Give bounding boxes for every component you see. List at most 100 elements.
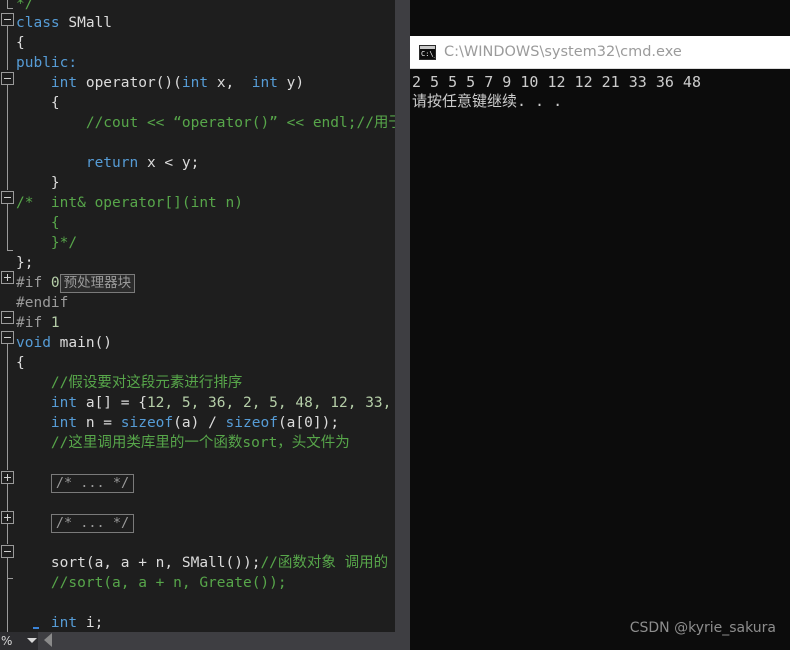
code-line: /* int& operator[](int n) bbox=[16, 193, 395, 213]
code-token: int bbox=[50, 75, 86, 91]
code-line: /* ... */ bbox=[16, 513, 395, 533]
code-line: //假设要对这段元素进行排序 bbox=[16, 373, 395, 393]
collapse-toggle-operator[interactable] bbox=[1, 72, 14, 85]
code-line: return x < y; bbox=[16, 153, 395, 173]
code-token: ()( bbox=[155, 75, 182, 91]
collapse-toggle-comment-block[interactable] bbox=[1, 191, 14, 204]
code-token: x, bbox=[216, 75, 252, 91]
code-token: sizeof bbox=[225, 415, 278, 431]
collapse-toggle-if1[interactable] bbox=[1, 311, 14, 324]
code-token: }*/ bbox=[50, 235, 78, 251]
cmd-console-window[interactable]: C:\_ C:\WINDOWS\system32\cmd.exe 2 5 5 5… bbox=[410, 36, 790, 650]
code-token: 1 bbox=[50, 315, 60, 331]
code-token: int bbox=[50, 615, 86, 631]
code-token: operator bbox=[85, 75, 156, 91]
code-token: //这里调用类库里的一个函数sort，头文件为 bbox=[50, 435, 350, 451]
code-line: public: bbox=[16, 53, 395, 73]
preprocessor-block-annotation[interactable]: 预处理器块 bbox=[59, 273, 136, 293]
code-token: a[] = { bbox=[85, 395, 147, 411]
collapse-toggle-sort[interactable] bbox=[1, 545, 14, 558]
code-line: #endif bbox=[16, 293, 395, 313]
code-token: //sort(a, a + n, Greate()); bbox=[50, 575, 287, 591]
outline-line bbox=[7, 26, 8, 70]
code-token: return bbox=[85, 155, 147, 171]
code-line: }*/ bbox=[16, 233, 395, 253]
code-token: { bbox=[16, 355, 25, 371]
code-line: int n = sizeof(a) / sizeof(a[0]); bbox=[16, 413, 395, 433]
editor-vertical-scrollbar[interactable] bbox=[395, 0, 410, 632]
zoom-level-label: % bbox=[1, 634, 13, 648]
code-line: #if 1 bbox=[16, 313, 395, 333]
code-token: */ bbox=[16, 0, 34, 12]
code-token: #if bbox=[16, 275, 51, 291]
code-line: */ bbox=[16, 0, 395, 13]
code-token: { bbox=[16, 35, 25, 51]
code-line: //cout << “operator()” << endl;//用于 bbox=[16, 113, 395, 133]
code-line: { bbox=[16, 213, 395, 233]
code-token: int bbox=[50, 395, 86, 411]
outline-tick bbox=[7, 8, 13, 9]
collapse-toggle-main[interactable] bbox=[1, 331, 14, 344]
code-token: x < y; bbox=[146, 155, 200, 171]
console-output-line: 2 5 5 5 7 9 10 12 12 21 33 36 48 bbox=[412, 73, 701, 91]
code-token: n = bbox=[85, 415, 121, 431]
code-token: //假设要对这段元素进行排序 bbox=[50, 375, 243, 391]
watermark-text: CSDN @kyrie_sakura bbox=[629, 620, 776, 636]
code-token: int bbox=[50, 415, 86, 431]
code-token: #endif bbox=[16, 295, 69, 311]
outline-line bbox=[7, 524, 8, 544]
desktop-background-strip bbox=[410, 0, 790, 36]
outline-line bbox=[7, 484, 8, 511]
code-line: { bbox=[16, 33, 395, 53]
code-token: int bbox=[181, 75, 217, 91]
zoom-level-dropdown[interactable]: % bbox=[0, 632, 38, 650]
console-output-line: 请按任意键继续. . . bbox=[412, 92, 563, 110]
code-token: { bbox=[50, 95, 60, 111]
code-token: //cout << “operator()” << endl;//用于 bbox=[85, 115, 395, 131]
code-line: int operator()(int x, int y) bbox=[16, 73, 395, 93]
code-line: }; bbox=[16, 253, 395, 273]
cmd-icon-glyph: C:\_ bbox=[421, 50, 435, 58]
collapse-toggle-class[interactable] bbox=[1, 13, 14, 26]
code-line: int a[] = {12, 5, 36, 2, 5, 48, 12, 33, … bbox=[16, 393, 395, 413]
collapsed-region-box[interactable]: /* ... */ bbox=[50, 513, 135, 533]
code-token: class bbox=[16, 15, 69, 31]
expand-toggle-preprocessor[interactable] bbox=[1, 271, 14, 284]
code-token: public: bbox=[16, 55, 78, 71]
code-token: int bbox=[251, 75, 287, 91]
code-token: { bbox=[50, 215, 60, 231]
outline-line bbox=[7, 344, 8, 470]
chevron-down-icon bbox=[27, 638, 37, 643]
code-token: sort(a, a + n, SMall()); bbox=[50, 555, 261, 571]
code-token: (a) / bbox=[173, 415, 226, 431]
outline-line bbox=[7, 558, 8, 578]
expand-toggle-region-1[interactable] bbox=[1, 471, 14, 484]
editor-bottom-bar[interactable]: % bbox=[0, 632, 410, 650]
code-line: { bbox=[16, 93, 395, 113]
code-token: #if bbox=[16, 315, 51, 331]
scroll-left-arrow-icon[interactable] bbox=[44, 633, 52, 647]
code-token: SMall bbox=[68, 15, 113, 31]
outlining-gutter[interactable] bbox=[0, 0, 16, 632]
code-editor[interactable]: */class SMall{public: int operator()(int… bbox=[0, 0, 410, 650]
code-line: class SMall bbox=[16, 13, 395, 33]
code-token: i; bbox=[85, 615, 104, 631]
console-title-bar[interactable]: C:\_ C:\WINDOWS\system32\cmd.exe bbox=[410, 36, 790, 69]
code-token: /* int& operator[](int n) bbox=[16, 195, 243, 211]
code-line: //sort(a, a + n, Greate()); bbox=[16, 573, 395, 593]
code-token: //函数对象 调用的 bbox=[260, 555, 389, 571]
console-output-area[interactable]: 2 5 5 5 7 9 10 12 12 21 33 36 48 请按任意键继续.… bbox=[410, 69, 790, 650]
code-token: } bbox=[50, 175, 60, 191]
collapsed-region-box[interactable]: /* ... */ bbox=[50, 473, 135, 493]
code-line: } bbox=[16, 173, 395, 193]
code-text-area[interactable]: */class SMall{public: int operator()(int… bbox=[16, 0, 395, 632]
cmd-icon: C:\_ bbox=[419, 45, 436, 60]
code-token: }; bbox=[16, 255, 34, 271]
editor-horizontal-scroll-thumb[interactable] bbox=[56, 632, 286, 650]
code-line: sort(a, a + n, SMall());//函数对象 调用的 bbox=[16, 553, 395, 573]
code-token: 0 bbox=[50, 275, 60, 291]
expand-toggle-region-2[interactable] bbox=[1, 511, 14, 524]
